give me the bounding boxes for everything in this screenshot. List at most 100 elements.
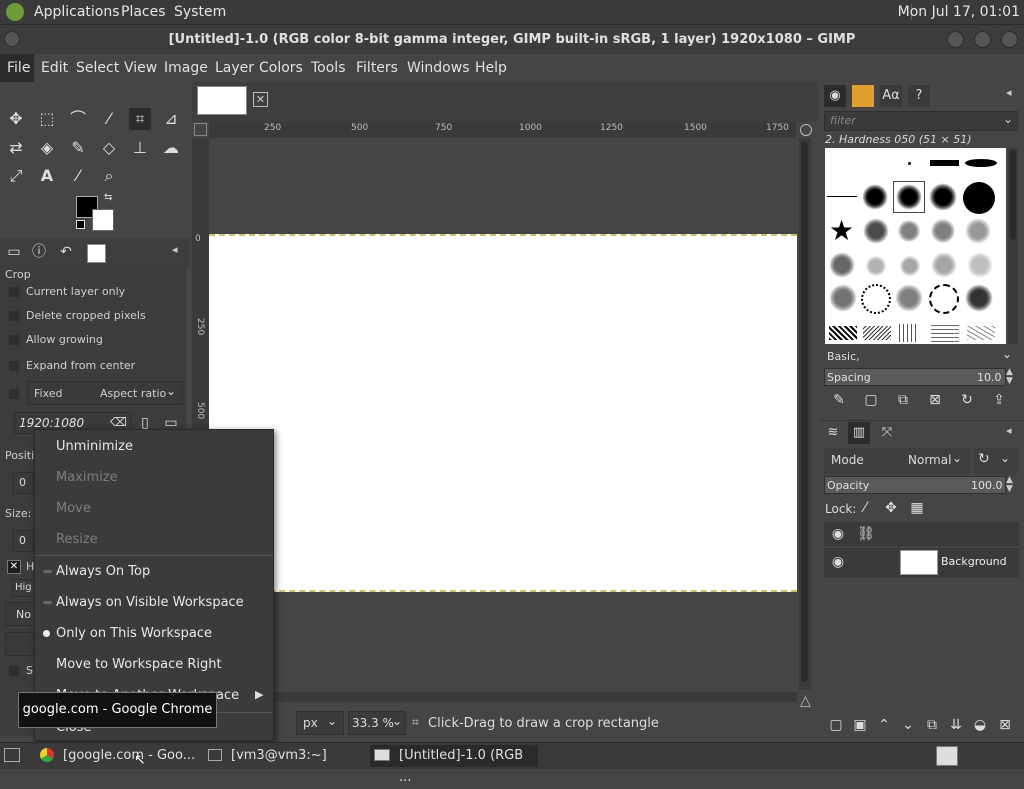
places-menu[interactable]: Places (121, 4, 166, 20)
lock-pixels-icon[interactable]: ⁄ (856, 499, 874, 517)
lasso-tool-icon[interactable]: ⌒ (67, 108, 89, 130)
brush-item[interactable] (931, 218, 955, 244)
swap-colors-icon[interactable]: ⇆ (104, 192, 112, 203)
horizontal-ruler[interactable]: 250 500 750 1000 1250 1500 1750 (209, 122, 796, 139)
clone-tool-icon[interactable]: ⊥ (129, 137, 151, 159)
layer-visibility-eye-icon[interactable]: ◉ (829, 553, 847, 571)
open-brush-as-image-icon[interactable]: ⇪ (990, 391, 1008, 409)
brush-item[interactable] (967, 252, 993, 278)
checkbox-expand-center[interactable] (8, 360, 20, 372)
applications-menu[interactable]: Applications (34, 4, 120, 20)
opacity-slider[interactable]: Opacity 100.0 (824, 476, 1006, 494)
smudge-tool-icon[interactable]: ☁ (160, 137, 182, 159)
menu-filters[interactable]: Filters (356, 60, 398, 76)
brushes-tab-icon[interactable]: ◉ (824, 85, 846, 107)
eraser-tool-icon[interactable]: ◇ (98, 137, 120, 159)
brush-item[interactable] (829, 252, 855, 278)
brush-item[interactable] (897, 220, 921, 242)
brush-item[interactable] (863, 218, 889, 244)
brush-item[interactable] (967, 326, 995, 340)
brush-item[interactable] (827, 196, 857, 197)
distro-logo-icon[interactable] (6, 3, 24, 21)
brush-scrollbar[interactable] (1008, 148, 1018, 344)
brush-item[interactable] (908, 162, 911, 165)
system-menu[interactable]: System (174, 4, 226, 20)
default-colors-icon[interactable] (76, 220, 85, 229)
clock[interactable]: Mon Jul 17, 01:01 (898, 4, 1020, 20)
guides-combo[interactable]: No (5, 602, 35, 626)
menu-layer[interactable]: Layer (215, 60, 254, 76)
menu-file[interactable]: File (7, 60, 30, 76)
quick-mask-menu-icon[interactable] (194, 123, 207, 136)
opacity-spin-icon[interactable]: ▲ ▼ (1006, 476, 1013, 494)
unit-combo[interactable]: px ⌄ (296, 711, 344, 735)
layer-composite-combo[interactable]: ↻ ⌄ (974, 448, 1018, 474)
brush-item[interactable] (929, 284, 959, 314)
paintbrush-tool-icon[interactable]: ✎ (67, 137, 89, 159)
edit-brush-icon[interactable]: ✎ (830, 391, 848, 409)
menu-item-always-visible-workspace[interactable]: Always on Visible Workspace (56, 595, 244, 610)
task-gimp[interactable]: [Untitled]-1.0 (RGB ... (370, 745, 538, 785)
lock-alpha-icon[interactable]: ▦ (908, 499, 926, 517)
zoom-tool-icon[interactable]: ⌕ (98, 165, 120, 187)
menu-image[interactable]: Image (164, 60, 208, 76)
checkbox-allow-growing[interactable] (8, 334, 20, 346)
brush-grid[interactable]: ★ (825, 148, 1006, 344)
brush-item[interactable] (899, 256, 921, 276)
new-layer-group-icon[interactable]: ▣ (851, 716, 869, 734)
brush-item[interactable] (931, 324, 959, 342)
bucket-fill-tool-icon[interactable]: ◈ (36, 137, 58, 159)
clear-field-icon[interactable]: ⌫ (110, 415, 127, 429)
brush-item[interactable] (965, 159, 997, 167)
warp-tool-icon[interactable]: ⇄ (5, 137, 27, 159)
navigate-icon[interactable] (800, 124, 812, 136)
undo-history-tab-icon[interactable]: ↶ (57, 243, 75, 261)
layers-tab-icon[interactable]: ≋ (822, 422, 844, 444)
image-tab-thumbnail[interactable] (197, 86, 247, 115)
checkbox-current-layer[interactable] (8, 286, 20, 298)
brush-item[interactable] (895, 284, 923, 312)
images-tab-icon[interactable] (87, 244, 106, 263)
raise-layer-icon[interactable]: ⌃ (875, 716, 893, 734)
fonts-tab-icon[interactable]: Aα (880, 85, 902, 107)
layer-name[interactable]: Background (941, 555, 1007, 568)
horizontal-scrollbar[interactable] (209, 692, 797, 702)
duplicate-brush-icon[interactable]: ⧉ (894, 391, 912, 409)
checkbox-delete-cropped[interactable] (8, 310, 20, 322)
patterns-tab-icon[interactable] (852, 85, 874, 107)
zoom-combo[interactable]: 33.3 % ⌄ (348, 711, 406, 735)
menu-item-always-on-top[interactable]: Always On Top (56, 564, 150, 579)
menu-windows[interactable]: Windows (407, 60, 470, 76)
duplicate-layer-icon[interactable]: ⧉ (923, 716, 941, 734)
brush-item[interactable] (863, 326, 891, 340)
brush-item[interactable] (931, 252, 957, 278)
brush-item[interactable] (963, 182, 995, 214)
rect-select-tool-icon[interactable]: ⬚ (36, 108, 58, 130)
refresh-brushes-icon[interactable]: ↻ (958, 391, 976, 409)
brush-scroll-thumb[interactable] (1010, 150, 1016, 240)
auto-shrink-button[interactable] (5, 632, 35, 656)
delete-brush-icon[interactable]: ⊠ (926, 391, 944, 409)
brush-item[interactable] (899, 324, 919, 342)
checkbox-shrink-merged[interactable] (8, 665, 20, 677)
new-layer-icon[interactable]: ▢ (827, 716, 845, 734)
layer-mode-combo[interactable]: Mode Normal ⌄ (824, 448, 970, 474)
menu-item-only-this-workspace[interactable]: Only on This Workspace (56, 626, 212, 641)
menu-select[interactable]: Select (76, 60, 119, 76)
layer-thumbnail[interactable] (900, 550, 938, 575)
vertical-scroll-thumb[interactable] (801, 142, 808, 682)
text-tool-icon[interactable]: A (36, 165, 58, 187)
brush-tag-combo[interactable]: Basic, ⌄ (824, 347, 1018, 367)
configure-layers-icon[interactable]: ◂ (1006, 424, 1012, 437)
help-tab-icon[interactable]: ? (908, 85, 930, 107)
delete-layer-icon[interactable]: ⊠ (996, 716, 1014, 734)
brush-item[interactable] (930, 160, 959, 166)
menu-colors[interactable]: Colors (259, 60, 303, 76)
checkbox-fixed[interactable] (8, 388, 20, 400)
brush-item[interactable] (896, 184, 922, 210)
tool-options-tab-icon[interactable]: ▭ (5, 243, 23, 261)
channels-tab-icon[interactable]: ▥ (848, 422, 870, 444)
move-tool-icon[interactable]: ✥ (5, 108, 27, 130)
vertical-scrollbar[interactable] (799, 138, 811, 690)
size-w-field[interactable]: 0 (12, 530, 34, 552)
